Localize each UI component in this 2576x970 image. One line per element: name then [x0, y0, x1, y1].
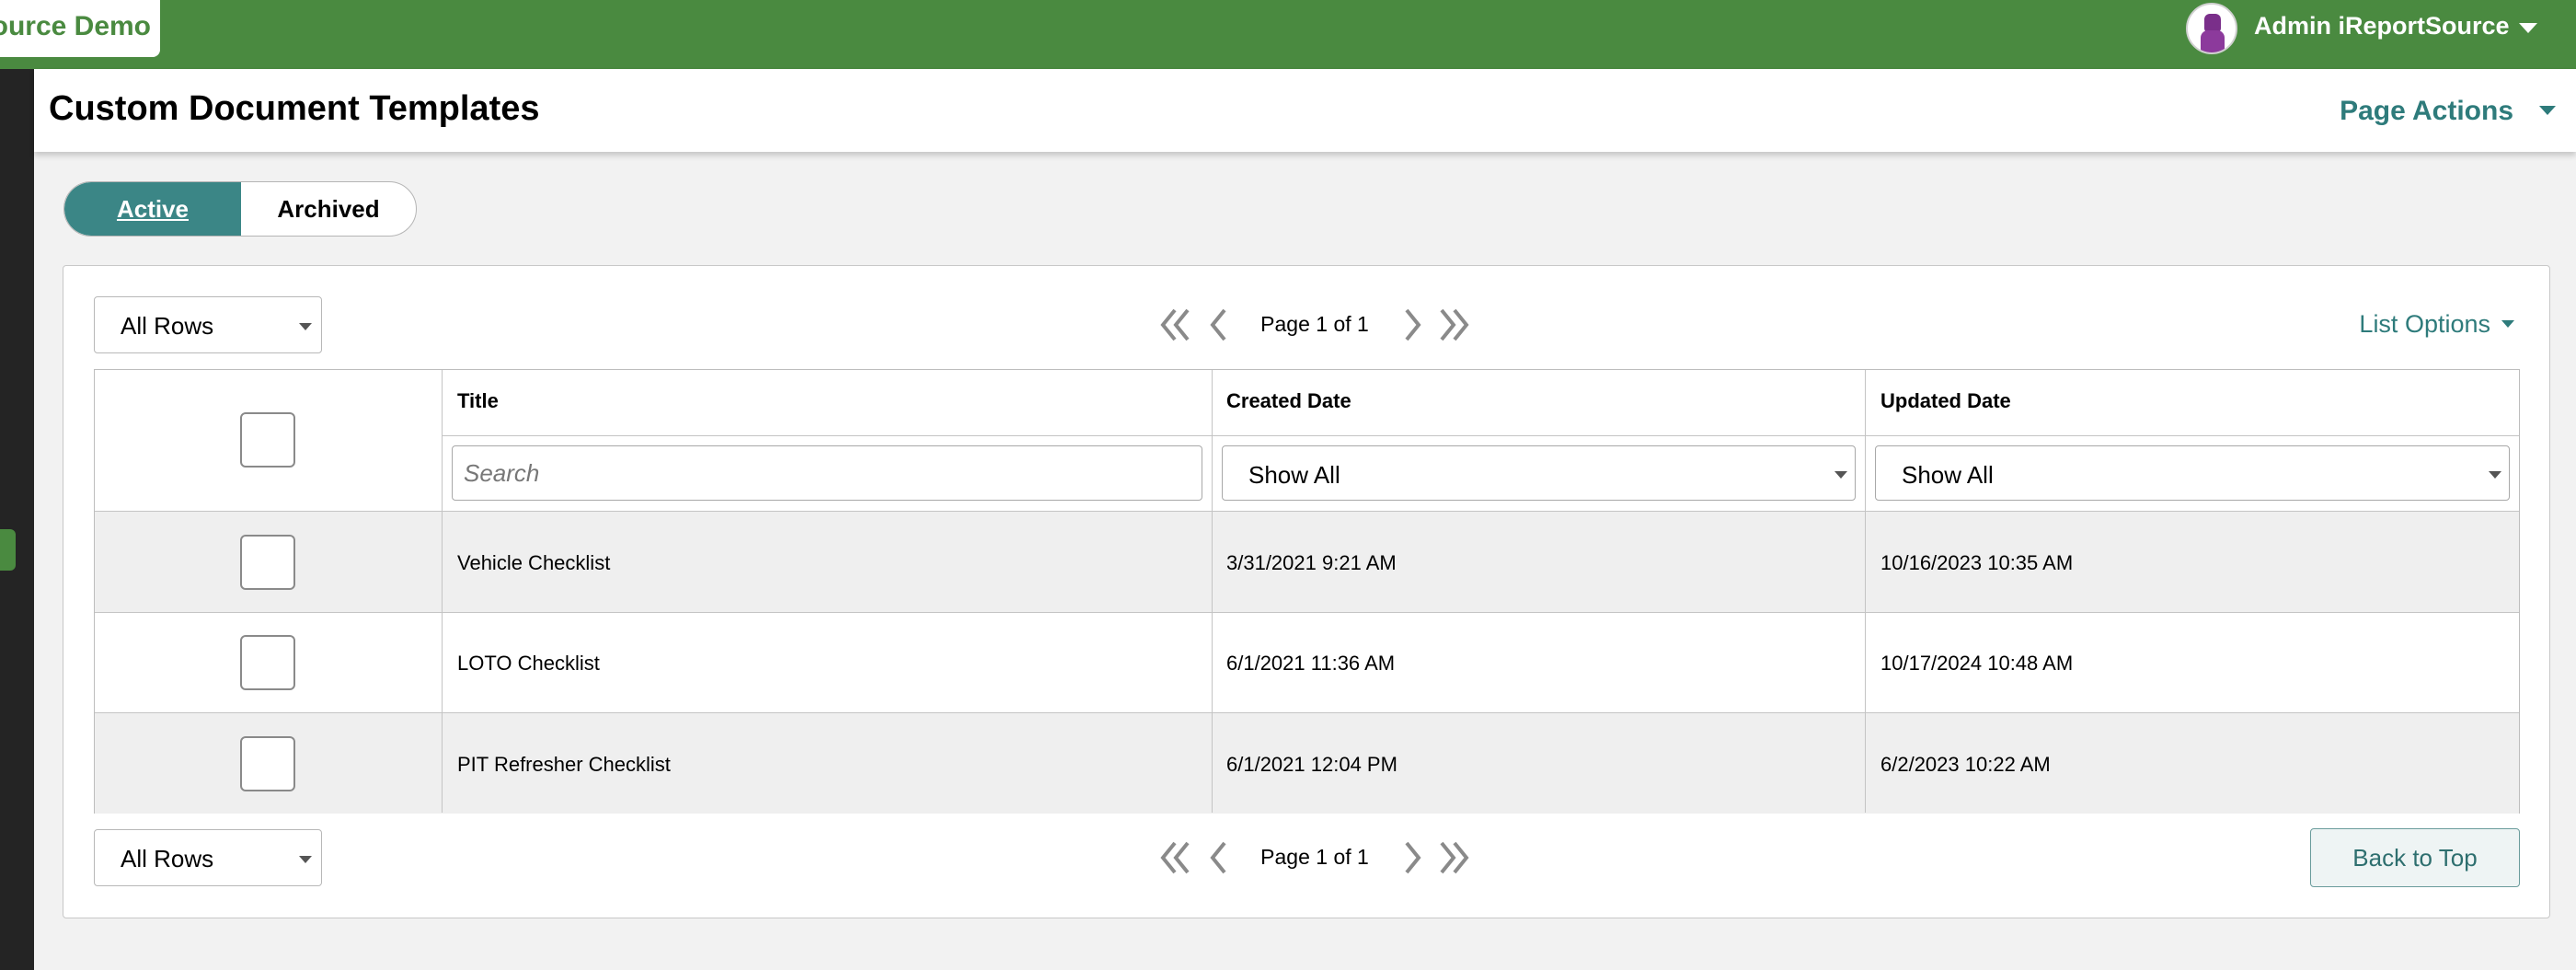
back-to-top-button[interactable]: Back to Top — [2310, 828, 2520, 887]
row-checkbox[interactable] — [240, 736, 295, 791]
page-indicator: Page 1 of 1 — [1260, 845, 1369, 869]
page-actions-button[interactable]: Page Actions — [2340, 96, 2513, 127]
chevron-down-icon — [299, 856, 312, 863]
side-navigation-strip — [0, 69, 34, 970]
chevron-down-icon[interactable] — [2539, 106, 2556, 115]
created-date-filter-value: Show All — [1248, 461, 1340, 489]
rows-per-page-select-top[interactable]: All Rows — [94, 296, 322, 353]
page-indicator: Page 1 of 1 — [1260, 312, 1369, 336]
column-header-created-date[interactable]: Created Date — [1226, 389, 1351, 413]
last-page-icon[interactable] — [1434, 840, 1471, 875]
row-created-date: 3/31/2021 9:21 AM — [1226, 551, 1397, 574]
title-search-input[interactable] — [452, 445, 1202, 501]
row-checkbox[interactable] — [240, 535, 295, 590]
rows-select-value: All Rows — [121, 312, 214, 340]
first-page-icon[interactable] — [1158, 840, 1195, 875]
column-header-updated-date[interactable]: Updated Date — [1880, 389, 2011, 413]
previous-page-icon[interactable] — [1206, 840, 1230, 875]
row-updated-date: 10/16/2023 10:35 AM — [1880, 551, 2074, 574]
row-title[interactable]: Vehicle Checklist — [457, 551, 610, 575]
row-updated-date: 6/2/2023 10:22 AM — [1880, 753, 2051, 776]
row-title[interactable]: LOTO Checklist — [457, 652, 600, 676]
tab-archived[interactable]: Archived — [241, 182, 416, 236]
templates-table: Title Created Date Updated Date Show All… — [94, 369, 2520, 814]
chevron-down-icon — [2489, 471, 2501, 479]
row-created-date: 6/1/2021 11:36 AM — [1226, 652, 1396, 675]
rows-per-page-select-bottom[interactable]: All Rows — [94, 829, 322, 886]
row-checkbox[interactable] — [240, 635, 295, 690]
first-page-icon[interactable] — [1158, 307, 1195, 342]
previous-page-icon[interactable] — [1206, 307, 1230, 342]
user-avatar[interactable] — [2186, 3, 2237, 54]
created-date-filter-select[interactable]: Show All — [1222, 445, 1856, 501]
updated-date-filter-value: Show All — [1902, 461, 1994, 489]
row-title[interactable]: PIT Refresher Checklist — [457, 753, 671, 777]
top-navigation-bar: Source Demo Admin iReportSource — [0, 0, 2576, 69]
rows-select-value: All Rows — [121, 845, 214, 872]
page-title: Custom Document Templates — [49, 89, 540, 128]
page-header: Custom Document Templates Page Actions — [34, 69, 2576, 152]
side-menu-handle[interactable] — [0, 529, 16, 571]
brand-logo[interactable]: Source Demo — [0, 0, 160, 57]
pagination-top: Page 1 of 1 — [1158, 296, 1471, 353]
chevron-down-icon — [299, 323, 312, 330]
column-header-title[interactable]: Title — [457, 389, 499, 413]
tab-active[interactable]: Active — [64, 182, 241, 236]
user-menu-name[interactable]: Admin iReportSource — [2254, 12, 2510, 40]
row-created-date: 6/1/2021 12:04 PM — [1226, 753, 1397, 776]
list-options-button[interactable]: List Options — [2359, 310, 2490, 339]
brand-name: Source Demo — [0, 11, 151, 41]
row-updated-date: 10/17/2024 10:48 AM — [1880, 652, 2074, 675]
chevron-down-icon[interactable] — [2501, 320, 2514, 328]
select-all-checkbox[interactable] — [240, 412, 295, 468]
pagination-bottom: Page 1 of 1 — [1158, 829, 1471, 886]
next-page-icon[interactable] — [1401, 307, 1425, 342]
chevron-down-icon — [1834, 471, 1847, 479]
updated-date-filter-select[interactable]: Show All — [1875, 445, 2510, 501]
chevron-down-icon[interactable] — [2519, 23, 2537, 33]
status-tab-group: Active Archived — [63, 181, 417, 237]
next-page-icon[interactable] — [1401, 840, 1425, 875]
last-page-icon[interactable] — [1434, 307, 1471, 342]
templates-list-panel: All Rows Page 1 of 1 List Options Title … — [63, 265, 2550, 918]
